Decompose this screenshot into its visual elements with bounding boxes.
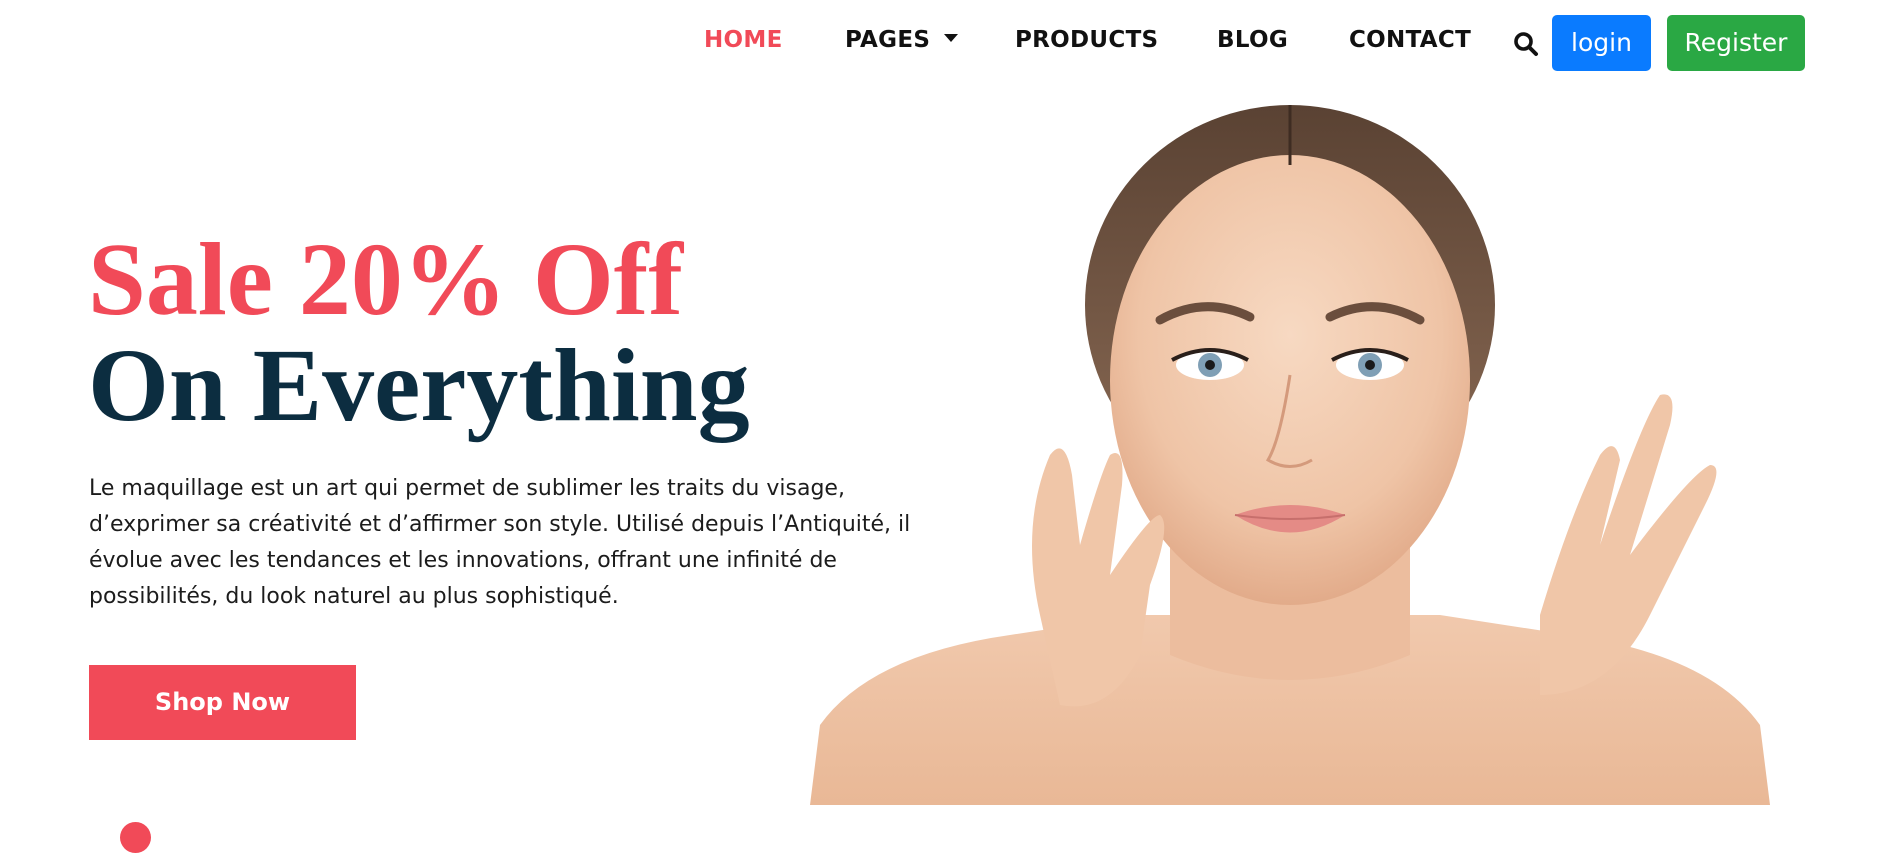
hero-title-sale: Sale 20% Off [88,222,684,337]
register-button[interactable]: Register [1667,15,1805,71]
navbar: HOME PAGES PRODUCTS BLOG CONTACT login R… [0,0,1885,86]
hero-title-everything: On Everything [88,328,750,443]
nav-contact[interactable]: CONTACT [1349,24,1471,56]
nav-products[interactable]: PRODUCTS [1015,24,1158,56]
carousel-indicator-dot[interactable] [120,822,151,853]
hero-model-image [810,95,1770,805]
caret-down-icon [944,33,959,42]
login-button[interactable]: login [1552,15,1651,71]
nav-home[interactable]: HOME [704,24,783,56]
search-icon[interactable] [1512,30,1540,58]
shop-now-button[interactable]: Shop Now [89,665,356,740]
nav-pages-dropdown[interactable]: PAGES [845,24,959,56]
nav-pages-label: PAGES [845,27,931,53]
nav-blog[interactable]: BLOG [1217,24,1288,56]
